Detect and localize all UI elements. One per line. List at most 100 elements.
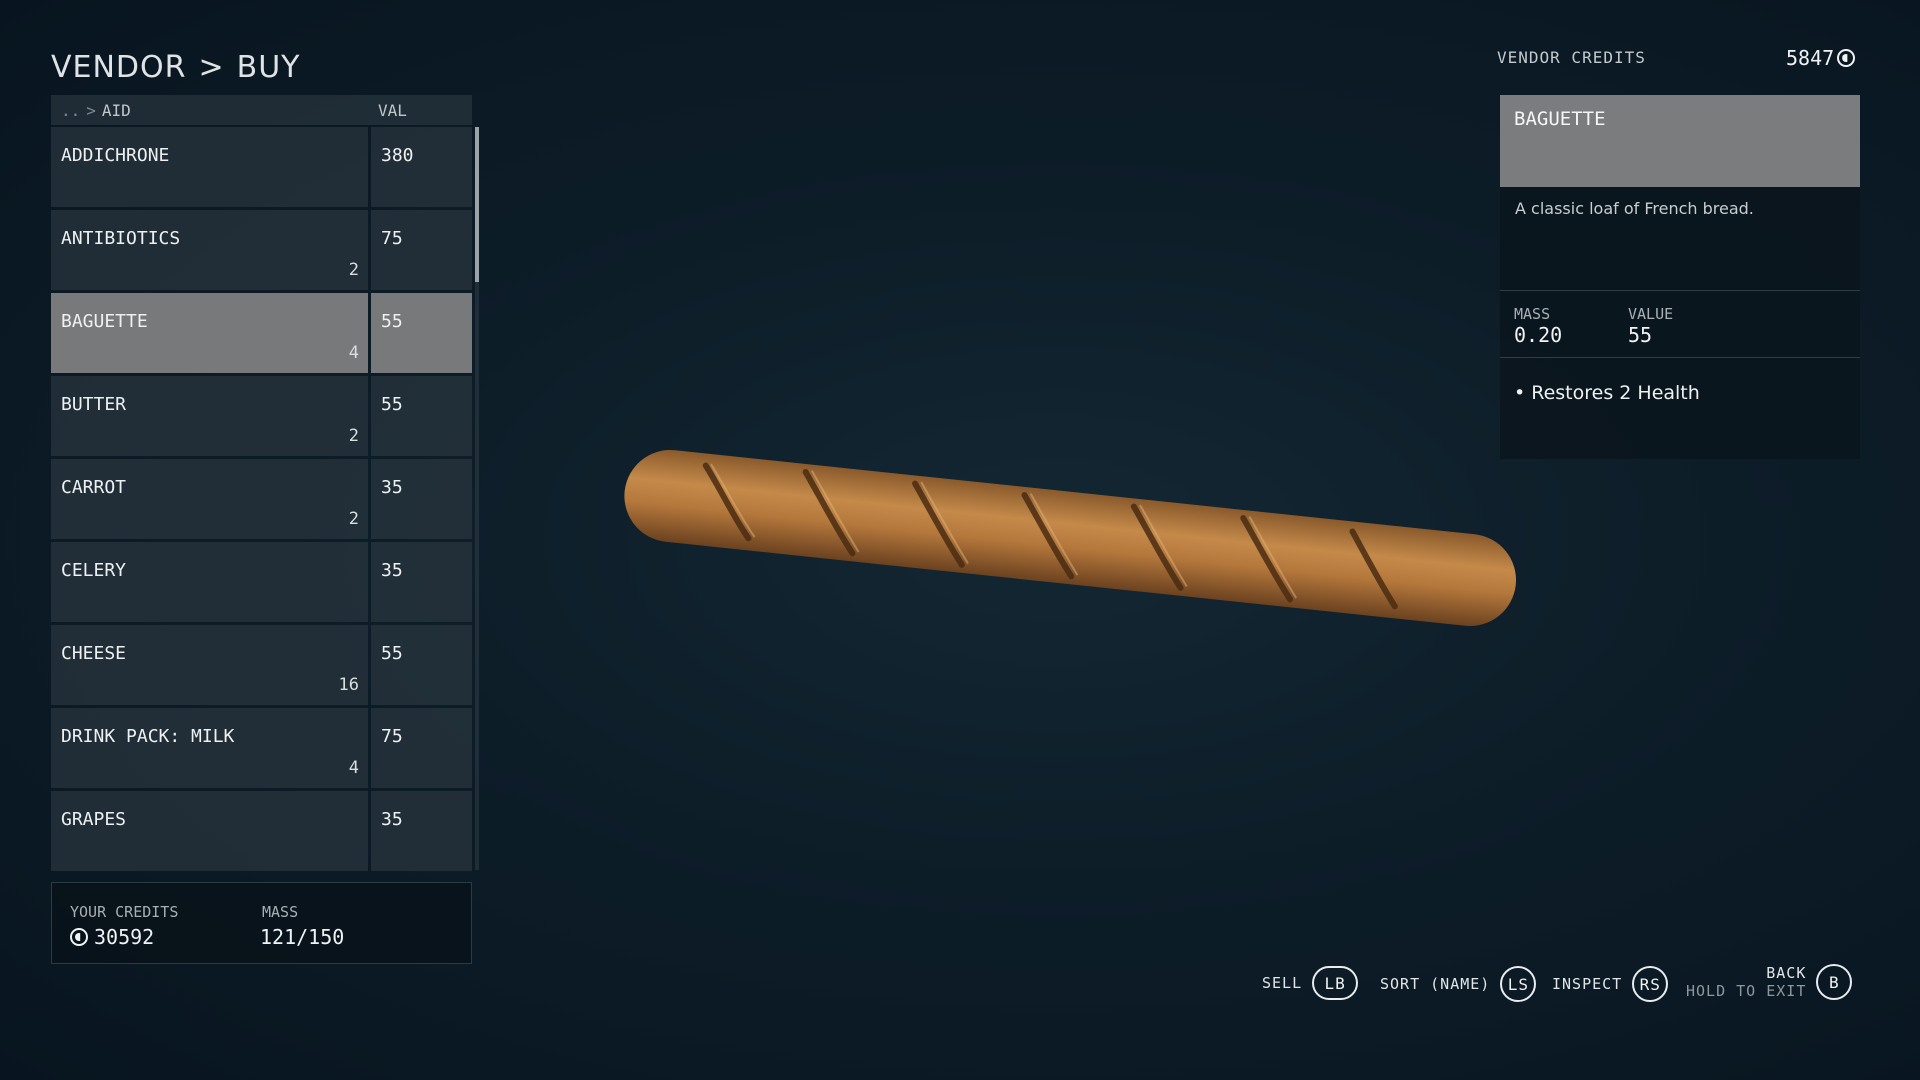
item-value: 55 [381, 311, 403, 332]
list-item[interactable]: CELERY 35 [51, 542, 472, 622]
value-column-header: VAL [378, 101, 407, 120]
detail-effect: • Restores 2 Health [1514, 382, 1700, 404]
list-item[interactable]: CARROT 2 35 [51, 459, 472, 539]
hold-to-exit-label: HOLD TO EXIT [1686, 982, 1807, 1000]
item-name: ADDICHRONE [61, 145, 170, 166]
item-name: CHEESE [61, 643, 127, 664]
list-item[interactable]: ANTIBIOTICS 2 75 [51, 210, 472, 290]
item-value: 75 [381, 726, 403, 747]
item-name-cell[interactable]: CELERY [51, 542, 368, 622]
page-title: VENDOR > BUY [51, 50, 301, 85]
breadcrumb-separator: > [86, 101, 96, 120]
detail-description: A classic loaf of French bread. [1515, 199, 1754, 218]
item-quantity: 2 [348, 260, 359, 280]
vendor-credits-amount: 5847 [1786, 46, 1835, 70]
item-name-cell[interactable]: BUTTER 2 [51, 376, 368, 456]
vendor-section-label: VENDOR [51, 50, 187, 85]
item-name: ANTIBIOTICS [61, 228, 181, 249]
list-scrollbar-thumb[interactable] [475, 127, 479, 282]
credits-icon [1837, 49, 1856, 67]
list-item[interactable]: BUTTER 2 55 [51, 376, 472, 456]
vendor-mode-label: BUY [236, 50, 301, 85]
back-label: BACK [1766, 964, 1807, 982]
item-value-cell[interactable]: 55 [371, 625, 472, 705]
detail-mass-value: 0.20 [1514, 323, 1563, 347]
back-control[interactable]: BACK HOLD TO EXIT B [1686, 964, 1853, 1000]
item-quantity: 4 [348, 758, 359, 778]
b-button-icon[interactable]: B [1816, 964, 1853, 1000]
item-value-cell[interactable]: 75 [371, 210, 472, 290]
item-name: CARROT [61, 477, 127, 498]
item-value: 55 [381, 394, 403, 415]
sort-control[interactable]: SORT (NAME) LS [1380, 966, 1537, 1002]
sell-control[interactable]: SELL LB [1262, 966, 1359, 1000]
item-value: 75 [381, 228, 403, 249]
mass-label: MASS [262, 903, 299, 921]
item-name-cell[interactable]: BAGUETTE 4 [51, 293, 368, 373]
item-value: 55 [381, 643, 403, 664]
detail-value-label: VALUE [1628, 305, 1674, 323]
item-name-cell[interactable]: ADDICHRONE [51, 127, 368, 207]
item-detail-card: BAGUETTE A classic loaf of French bread.… [1500, 95, 1860, 459]
item-name: GRAPES [61, 809, 127, 830]
breadcrumb-category: AID [101, 101, 131, 120]
sell-label: SELL [1262, 974, 1303, 992]
item-list: ADDICHRONE 380 ANTIBIOTICS 2 75 BAGUETTE… [51, 127, 472, 874]
item-value-cell[interactable]: 35 [371, 791, 472, 871]
item-quantity: 4 [348, 343, 359, 363]
title-separator: > [198, 50, 225, 85]
item-value: 380 [381, 145, 414, 166]
back-text: BACK HOLD TO EXIT [1686, 964, 1806, 1000]
ls-button-icon[interactable]: LS [1500, 966, 1537, 1002]
lb-button-icon[interactable]: LB [1312, 966, 1359, 1000]
player-status-box: YOUR CREDITS 30592 MASS 121/150 [51, 882, 472, 964]
breadcrumb-parent[interactable]: .. [61, 101, 80, 120]
list-item[interactable]: GRAPES 35 [51, 791, 472, 871]
controls-bar: SELL LB SORT (NAME) LS INSPECT RS BACK H… [1262, 964, 1902, 1006]
list-header: .. > AID VAL [51, 95, 472, 125]
sort-label: SORT (NAME) [1380, 975, 1491, 993]
your-credits-value: 30592 [70, 925, 154, 949]
list-item[interactable]: ADDICHRONE 380 [51, 127, 472, 207]
item-name-cell[interactable]: CARROT 2 [51, 459, 368, 539]
detail-description-section: A classic loaf of French bread. [1500, 187, 1860, 291]
detail-effects-section: • Restores 2 Health [1500, 358, 1860, 459]
item-value-cell[interactable]: 380 [371, 127, 472, 207]
item-value-cell[interactable]: 75 [371, 708, 472, 788]
item-name-cell[interactable]: GRAPES [51, 791, 368, 871]
item-name: BUTTER [61, 394, 127, 415]
item-quantity: 2 [348, 426, 359, 446]
vendor-credits-value: 5847 [1786, 46, 1856, 70]
item-value: 35 [381, 477, 403, 498]
list-item-selected[interactable]: BAGUETTE 4 55 [51, 293, 472, 373]
inspect-control[interactable]: INSPECT RS [1552, 966, 1669, 1002]
item-value: 35 [381, 809, 403, 830]
item-name-cell[interactable]: ANTIBIOTICS 2 [51, 210, 368, 290]
item-value-cell[interactable]: 35 [371, 542, 472, 622]
item-value: 35 [381, 560, 403, 581]
item-value-cell[interactable]: 55 [371, 293, 472, 373]
item-name-cell[interactable]: CHEESE 16 [51, 625, 368, 705]
item-value-cell[interactable]: 55 [371, 376, 472, 456]
item-preview-baguette[interactable] [610, 440, 1530, 640]
list-item[interactable]: DRINK PACK: MILK 4 75 [51, 708, 472, 788]
detail-mass-label: MASS [1514, 305, 1551, 323]
vendor-credits-label: VENDOR CREDITS [1497, 48, 1646, 67]
your-credits-label: YOUR CREDITS [70, 903, 179, 921]
rs-button-icon[interactable]: RS [1632, 966, 1669, 1002]
detail-header: BAGUETTE [1500, 95, 1860, 187]
detail-value-value: 55 [1628, 323, 1653, 347]
mass-value: 121/150 [260, 925, 345, 949]
item-quantity: 2 [348, 509, 359, 529]
credits-icon [70, 928, 88, 946]
item-name-cell[interactable]: DRINK PACK: MILK 4 [51, 708, 368, 788]
list-item[interactable]: CHEESE 16 55 [51, 625, 472, 705]
your-credits-amount: 30592 [94, 925, 155, 949]
item-name: DRINK PACK: MILK [61, 726, 235, 747]
item-name: BAGUETTE [61, 311, 148, 332]
item-value-cell[interactable]: 35 [371, 459, 472, 539]
inspect-label: INSPECT [1552, 975, 1623, 993]
item-quantity: 16 [338, 675, 359, 695]
item-name: CELERY [61, 560, 127, 581]
category-breadcrumb[interactable]: .. > AID [61, 101, 131, 120]
